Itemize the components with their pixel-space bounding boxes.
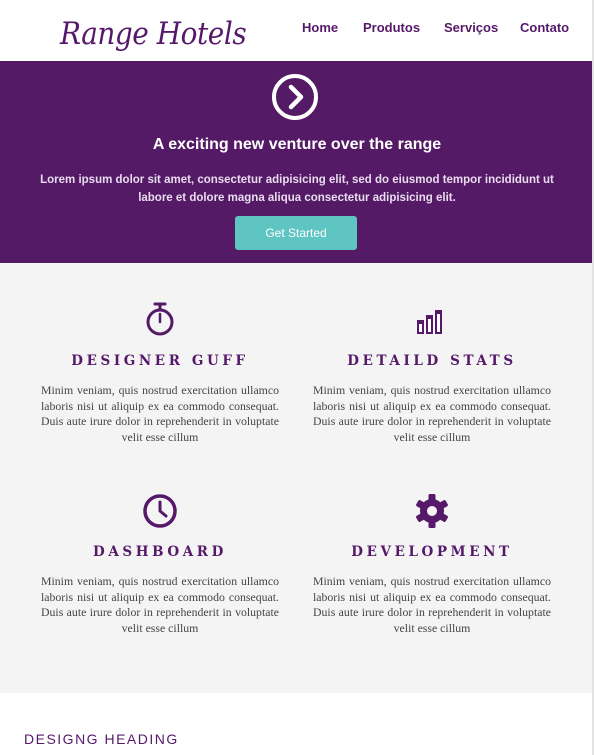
nav-produtos[interactable]: Produtos: [363, 20, 420, 35]
get-started-button[interactable]: Get Started: [235, 216, 357, 250]
feature-development: DEVELOPMENT Minim veniam, quis nostrud e…: [313, 492, 551, 636]
bar-chart-icon: [417, 310, 442, 334]
feature-title: DEVELOPMENT: [351, 544, 513, 560]
hero-title: A exciting new venture over the range: [152, 136, 442, 153]
hero-section: A exciting new venture over the range Lo…: [0, 61, 594, 263]
feature-text: Minim veniam, quis nostrud exercitation …: [313, 383, 551, 444]
clock-icon: [143, 494, 177, 528]
nav-servicos[interactable]: Serviços: [444, 20, 498, 35]
site-header: Range Hotels Home Produtos Serviços Cont…: [0, 0, 594, 60]
chevron-right-circle-icon: [272, 74, 318, 120]
stopwatch-icon: [146, 302, 174, 336]
nav-home[interactable]: Home: [302, 20, 338, 35]
feature-detaild-stats: DETAILD STATS Minim veniam, quis nostrud…: [313, 301, 551, 445]
features-section: DESIGNER GUFF Minim veniam, quis nostrud…: [0, 263, 594, 693]
feature-text: Minim veniam, quis nostrud exercitation …: [313, 574, 551, 635]
feature-title: DESIGNER GUFF: [71, 353, 249, 369]
feature-title: DETAILD STATS: [347, 353, 517, 369]
logo[interactable]: Range Hotels: [60, 14, 247, 54]
section-heading: DESIGNG HEADING: [24, 731, 179, 747]
nav-contato[interactable]: Contato: [520, 20, 569, 35]
feature-designer-guff: DESIGNER GUFF Minim veniam, quis nostrud…: [41, 301, 279, 445]
hero-text: Lorem ipsum dolor sit amet, consectetur …: [40, 174, 554, 204]
feature-text: Minim veniam, quis nostrud exercitation …: [41, 574, 279, 635]
feature-text: Minim veniam, quis nostrud exercitation …: [41, 383, 279, 444]
feature-dashboard: DASHBOARD Minim veniam, quis nostrud exe…: [41, 492, 279, 636]
feature-title: DASHBOARD: [93, 544, 227, 560]
gear-icon: [416, 494, 448, 528]
